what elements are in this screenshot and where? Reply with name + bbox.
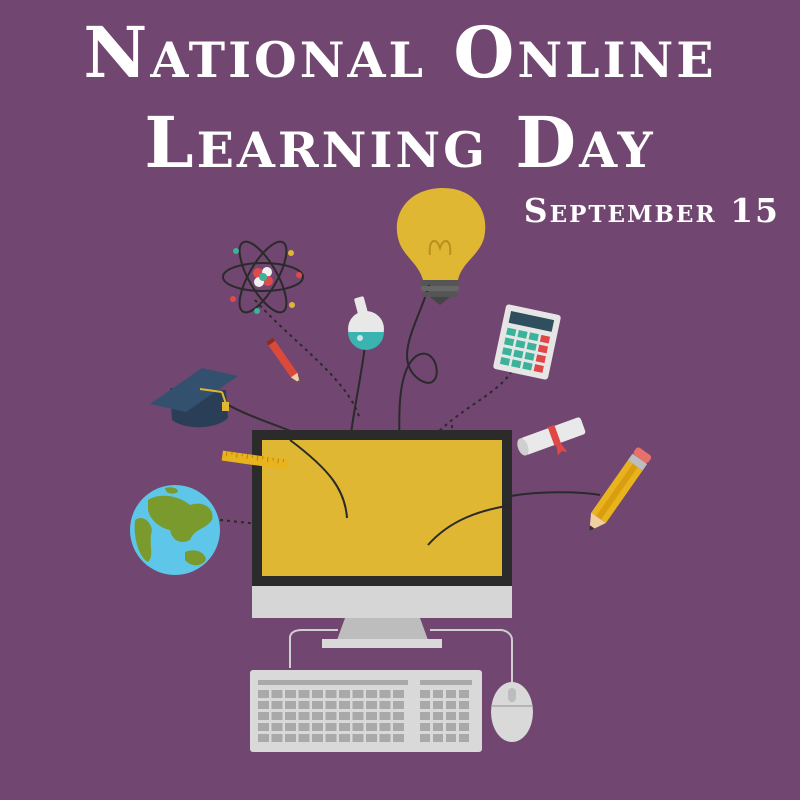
computer-monitor-icon <box>252 430 512 648</box>
yellow-pencil-icon <box>589 447 652 531</box>
illustration <box>130 188 652 752</box>
mouse-icon <box>491 682 533 742</box>
flask-icon <box>348 296 384 350</box>
atom-icon <box>222 240 304 314</box>
keyboard-icon <box>250 670 482 752</box>
globe-icon <box>130 485 220 575</box>
poster: National Online Learning Day September 1… <box>0 0 800 800</box>
diploma-scroll-icon <box>517 417 586 456</box>
calculator-icon <box>493 304 561 380</box>
graduation-cap-icon <box>150 368 238 428</box>
red-pencil-icon <box>266 337 300 384</box>
light-bulb-icon <box>396 188 486 305</box>
